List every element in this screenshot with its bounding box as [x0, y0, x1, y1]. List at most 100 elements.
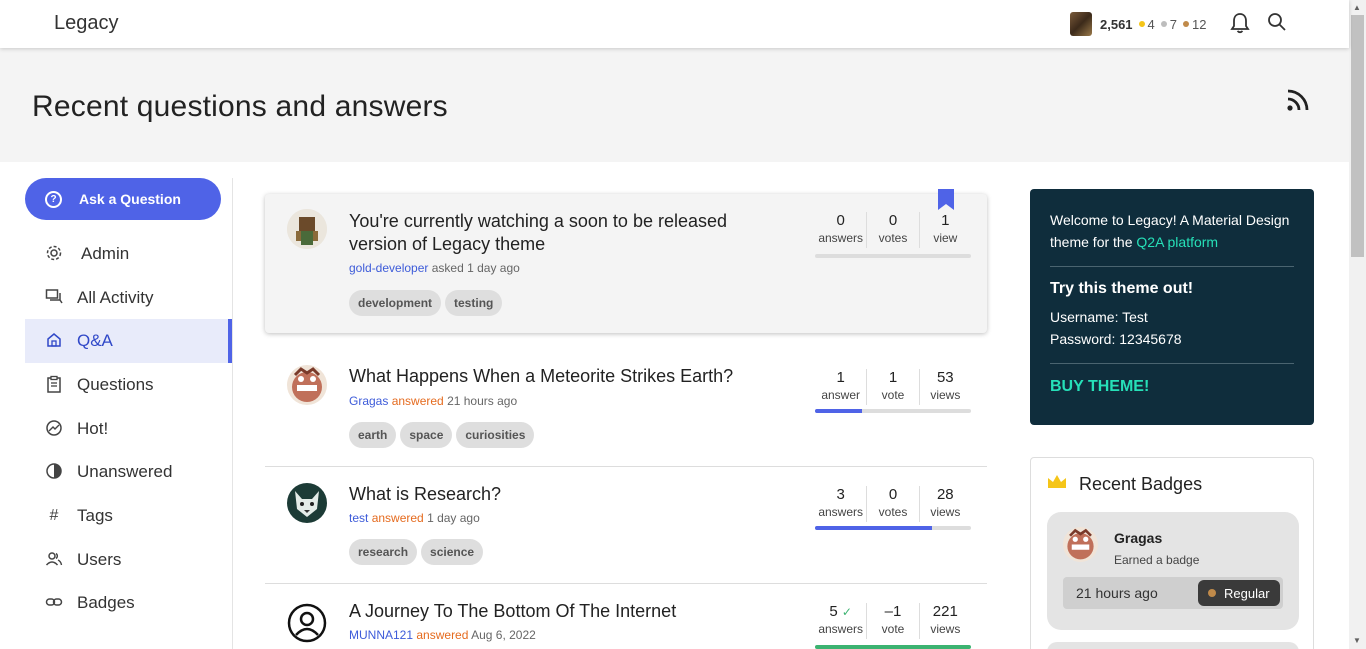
sidebar-item-badges[interactable]: Badges — [25, 582, 232, 626]
question-item: What is Research? test answered 1 day ag… — [265, 467, 987, 584]
author-link[interactable]: gold-developer — [349, 261, 428, 275]
bronze-badge-count: 12 — [1183, 17, 1206, 32]
sidebar-item-unanswered[interactable]: Unanswered — [25, 450, 232, 494]
views-count: 53 views — [930, 369, 961, 402]
buy-theme-link[interactable]: BUY THEME! — [1050, 378, 1294, 396]
q2a-platform-link[interactable]: Q2A platform — [1136, 234, 1218, 250]
avatar[interactable] — [1070, 12, 1092, 36]
users-icon — [44, 550, 64, 570]
sidebar-divider — [232, 178, 233, 649]
search-icon[interactable] — [1267, 12, 1289, 34]
badge-user-name[interactable]: Gragas — [1114, 530, 1162, 546]
sidebar-item-all-activity[interactable]: All Activity — [25, 276, 232, 320]
badge-pill[interactable]: Regular — [1198, 580, 1280, 606]
tag-list: development testing — [349, 290, 503, 316]
tag[interactable]: curiosities — [456, 422, 535, 448]
question-stats: 3 answers 0 votes 28 views — [815, 486, 971, 522]
bronze-badge-icon — [1208, 589, 1216, 597]
ask-question-button[interactable]: ? Ask a Question — [25, 178, 221, 220]
sidebar-item-hot[interactable]: Hot! — [25, 407, 232, 451]
votes-count: 0 votes — [867, 486, 920, 522]
question-icon: ? — [45, 190, 62, 208]
question-title[interactable]: A Journey To The Bottom Of The Internet — [349, 600, 769, 623]
tag-list: earth space curiosities — [349, 422, 535, 448]
top-bar: Legacy 2,561 4 7 12 — [0, 0, 1349, 48]
forum-icon — [44, 288, 64, 308]
votes-count: –1 vote — [867, 603, 920, 639]
demo-password: Password: 12345678 — [1050, 331, 1182, 347]
avatar[interactable] — [287, 209, 327, 249]
sidebar-item-users[interactable]: Users — [25, 538, 232, 582]
views-count: 28 views — [930, 486, 961, 519]
sidebar-item-admin[interactable]: Admin — [25, 232, 232, 276]
answer-progress-bar — [815, 409, 971, 413]
question-item: You're currently watching a soon to be r… — [265, 189, 987, 333]
page-scrollbar[interactable]: ▲ ▼ — [1349, 0, 1366, 649]
divider — [1050, 266, 1294, 267]
question-meta: gold-developer asked 1 day ago — [349, 261, 520, 275]
question-item: What Happens When a Meteorite Strikes Ea… — [265, 333, 987, 467]
badge-earned-text: Earned a badge — [1114, 553, 1200, 567]
author-link[interactable]: test — [349, 511, 368, 525]
views-count: 221 views — [930, 603, 961, 636]
question-title[interactable]: What is Research? — [349, 483, 769, 506]
scroll-thumb[interactable] — [1351, 15, 1364, 257]
question-item: A Journey To The Bottom Of The Internet … — [265, 584, 987, 649]
clipboard-icon — [44, 375, 64, 395]
divider — [1050, 363, 1294, 364]
badge-time: 21 hours ago — [1076, 585, 1158, 601]
question-stats: 5 ✓ answers –1 vote 221 views — [815, 603, 971, 639]
crown-icon — [1047, 474, 1067, 495]
page-title: Recent questions and answers — [32, 90, 448, 123]
scroll-up-icon[interactable]: ▲ — [1353, 3, 1361, 12]
avatar[interactable] — [287, 365, 327, 405]
tag[interactable]: testing — [445, 290, 503, 316]
avatar[interactable] — [287, 603, 327, 643]
badge-card[interactable] — [1047, 642, 1299, 649]
views-count: 1 view — [933, 212, 958, 245]
sidebar-item-tags[interactable]: # Tags — [25, 494, 232, 538]
site-logo[interactable]: Legacy — [54, 12, 119, 35]
sidebar-item-questions[interactable]: Questions — [25, 363, 232, 407]
hash-icon: # — [49, 506, 59, 524]
answer-progress-bar — [815, 526, 971, 530]
question-stats: 1 answer 1 vote 53 views — [815, 369, 971, 405]
question-meta: Gragas answered 21 hours ago — [349, 394, 518, 408]
gear-icon — [44, 244, 64, 264]
answers-count: 0 answers — [815, 212, 868, 248]
rss-feed-icon[interactable] — [1286, 88, 1310, 117]
avatar[interactable] — [287, 483, 327, 523]
avatar[interactable] — [1063, 527, 1098, 562]
answer-progress-bar — [815, 254, 971, 258]
answers-count: 3 answers — [815, 486, 868, 522]
try-theme-heading: Try this theme out! — [1050, 280, 1194, 297]
page-header: Recent questions and answers — [0, 48, 1349, 162]
badge-card[interactable]: Gragas Earned a badge 21 hours ago Regul… — [1047, 512, 1299, 630]
answers-count: 1 answer — [815, 369, 868, 405]
tag[interactable]: space — [400, 422, 453, 448]
user-menu[interactable]: 2,561 4 7 12 — [1070, 11, 1212, 37]
gold-badge-count: 4 — [1138, 17, 1155, 32]
link-icon — [44, 593, 64, 613]
question-stats: 0 answers 0 votes 1 view — [815, 212, 971, 248]
question-title[interactable]: What Happens When a Meteorite Strikes Ea… — [349, 365, 769, 388]
contrast-icon — [44, 462, 64, 482]
tag[interactable]: development — [349, 290, 442, 316]
trending-icon — [44, 419, 64, 439]
tag[interactable]: science — [421, 539, 484, 565]
user-points: 2,561 — [1100, 16, 1133, 32]
sidebar-item-qa[interactable]: Q&A — [25, 319, 232, 364]
question-title[interactable]: You're currently watching a soon to be r… — [349, 210, 769, 256]
sidebar-nav: Admin All Activity Q&A Questions Hot! Un… — [25, 232, 232, 625]
notification-bell-icon[interactable] — [1230, 12, 1252, 34]
author-link[interactable]: Gragas — [349, 394, 388, 408]
tag[interactable]: research — [349, 539, 418, 565]
welcome-intro: Welcome to Legacy! A Material Design the… — [1050, 212, 1290, 250]
bookmark-icon[interactable] — [937, 189, 955, 216]
author-link[interactable]: MUNNA121 — [349, 628, 413, 642]
accepted-check-icon: ✓ — [841, 605, 852, 619]
question-meta: MUNNA121 answered Aug 6, 2022 — [349, 628, 536, 642]
votes-count: 1 vote — [867, 369, 920, 405]
tag[interactable]: earth — [349, 422, 397, 448]
scroll-down-icon[interactable]: ▼ — [1353, 636, 1361, 645]
